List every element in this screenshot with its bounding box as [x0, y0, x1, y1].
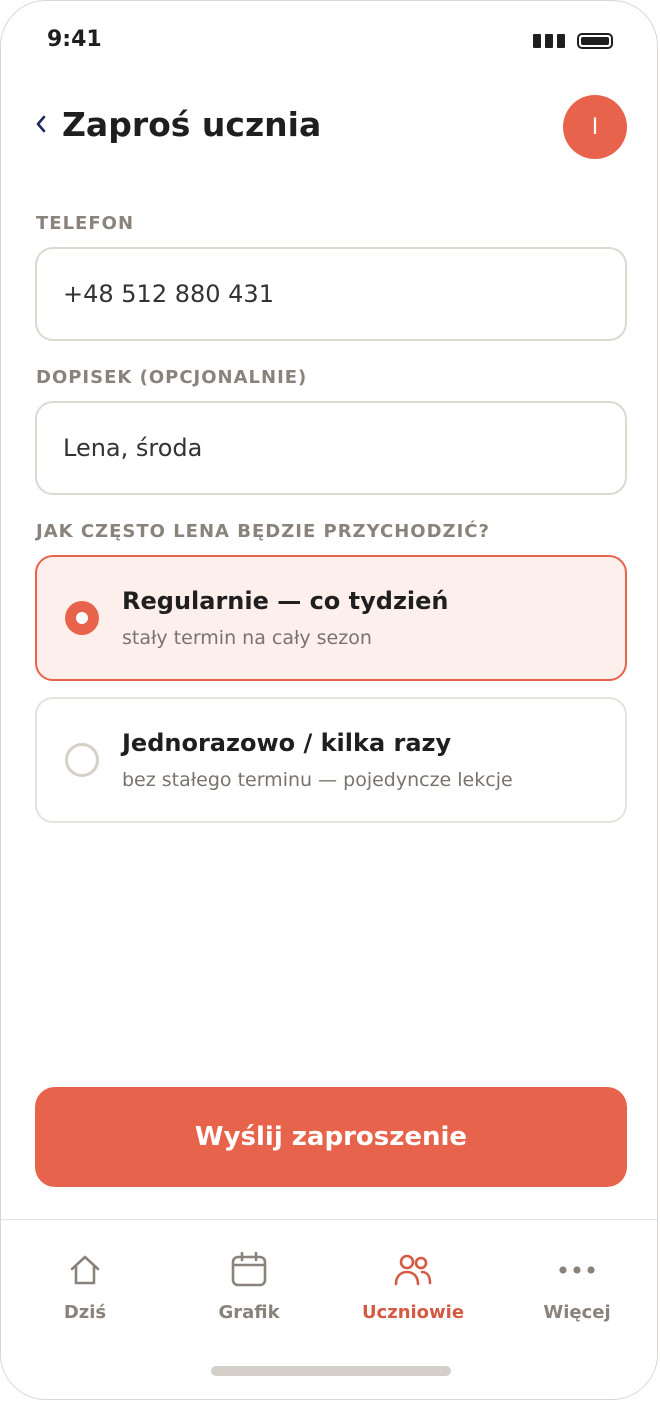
more-dots-icon — [557, 1250, 597, 1290]
frequency-label: JAK CZĘSTO LENA BĘDZIE PRZYCHODZIĆ? — [36, 521, 490, 542]
tab-students[interactable]: Uczniowie — [348, 1250, 478, 1330]
phone-field[interactable] — [35, 247, 627, 341]
tab-label: Dziś — [63, 1302, 107, 1323]
tab-label: Grafik — [218, 1302, 280, 1323]
avatar[interactable]: I — [563, 95, 627, 159]
option-subtitle: bez stałego terminu — pojedyncze lekcje — [122, 769, 513, 791]
status-time: 9:41 — [47, 27, 102, 52]
option-title: Regularnie — co tydzień — [122, 587, 449, 615]
page-title: Zaproś ucznia — [62, 105, 322, 144]
option-subtitle: stały termin na cały sezon — [122, 627, 372, 649]
send-invite-button[interactable]: Wyślij zaproszenie — [35, 1087, 627, 1187]
tab-schedule[interactable]: Grafik — [184, 1250, 314, 1330]
option-title: Jednorazowo / kilka razy — [122, 729, 452, 757]
home-indicator — [211, 1366, 451, 1376]
phone-label: TELEFON — [36, 213, 135, 234]
tab-today[interactable]: Dziś — [20, 1250, 150, 1330]
signal-icon — [533, 34, 565, 48]
home-icon — [65, 1250, 105, 1290]
chevron-left-icon[interactable] — [31, 109, 51, 139]
tab-label: Więcej — [543, 1302, 611, 1323]
option-one-time[interactable]: Jednorazowo / kilka razy bez stałego ter… — [35, 697, 627, 823]
users-icon — [393, 1250, 433, 1290]
option-regular[interactable]: Regularnie — co tydzień stały termin na … — [35, 555, 627, 681]
radio-selected-icon[interactable] — [65, 601, 99, 635]
phone-frame: 9:41 Zaproś ucznia I TELEFON DOPISEK (OP… — [0, 0, 658, 1400]
note-field[interactable] — [35, 401, 627, 495]
note-label: DOPISEK (OPCJONALNIE) — [36, 367, 308, 388]
radio-unselected-icon[interactable] — [65, 743, 99, 777]
tab-label: Uczniowie — [361, 1302, 465, 1323]
battery-icon — [577, 33, 613, 49]
status-icons — [533, 33, 613, 49]
calendar-icon — [229, 1250, 269, 1290]
tab-more[interactable]: Więcej — [512, 1250, 642, 1330]
